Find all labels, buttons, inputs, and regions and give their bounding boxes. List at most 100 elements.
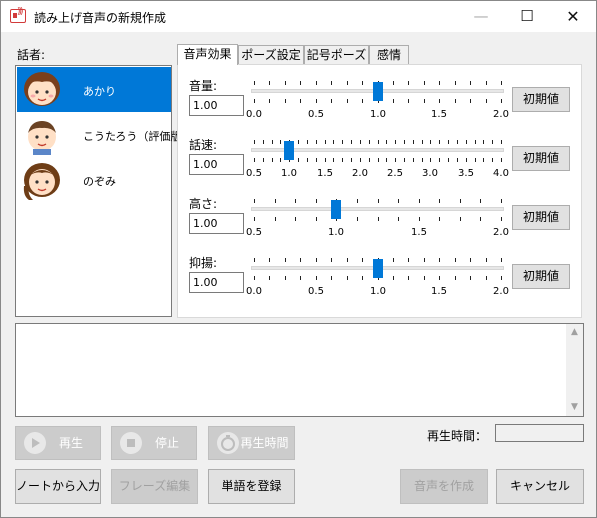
maximize-button[interactable]: ☐ <box>504 1 550 32</box>
slider-tick <box>480 199 481 203</box>
tab-voice-effect[interactable]: 音声効果 <box>177 44 238 65</box>
slider-tick <box>455 99 456 103</box>
playtime-label: 再生時間： <box>427 429 488 443</box>
param-label-intonation: 抑揚: <box>189 256 218 270</box>
slider-tick <box>263 140 264 144</box>
slider-tick <box>501 81 502 85</box>
reset-button-pitch[interactable]: 初期値 <box>512 205 570 230</box>
slider-tick <box>254 81 255 85</box>
slider-tick <box>501 99 502 103</box>
tick-label: 3.0 <box>422 168 438 179</box>
slider-tick <box>295 217 296 221</box>
slider-tick <box>395 158 396 162</box>
speaker-item-akari[interactable]: あかり <box>17 67 171 112</box>
slider-tick <box>369 140 370 144</box>
play-label: 再生 <box>58 436 83 450</box>
slider-tick <box>470 81 471 85</box>
value-field-pitch[interactable]: 1.00 <box>189 213 244 234</box>
value-field-speed[interactable]: 1.00 <box>189 154 244 175</box>
cancel-button[interactable]: キャンセル <box>496 469 584 504</box>
slider-thumb-speed[interactable] <box>284 141 294 160</box>
create-voice-button[interactable]: 音声を作成 <box>400 469 488 504</box>
slider-tick <box>272 158 273 162</box>
tab-pause-settings[interactable]: ポーズ設定 <box>238 45 304 65</box>
play-button[interactable]: 再生 <box>15 426 101 460</box>
slider-tick <box>275 217 276 221</box>
slider-tick <box>254 140 255 144</box>
scroll-down-icon[interactable]: ▼ <box>566 399 583 416</box>
vertical-scrollbar[interactable]: ▲ ▼ <box>566 324 583 416</box>
tick-label: 1.0 <box>281 168 297 179</box>
phrase-edit-button[interactable]: フレーズ編集 <box>111 469 198 504</box>
slider-tick <box>386 158 387 162</box>
input-from-note-button[interactable]: ノートから入力 <box>15 469 101 504</box>
slider-tick <box>439 81 440 85</box>
slider-tick <box>342 140 343 144</box>
slider-tick <box>470 258 471 262</box>
slider-tick <box>254 217 255 221</box>
slider-thumb-intonation[interactable] <box>373 259 383 278</box>
tick-label: 1.5 <box>411 227 427 238</box>
slider-tick <box>408 276 409 280</box>
close-button[interactable]: ✕ <box>550 1 596 32</box>
minimize-button[interactable]: — <box>458 1 504 32</box>
value-field-intonation[interactable]: 1.00 <box>189 272 244 293</box>
reset-button-volume[interactable]: 初期値 <box>512 87 570 112</box>
slider-tick <box>486 81 487 85</box>
slider-tick <box>285 81 286 85</box>
slider-thumb-pitch[interactable] <box>331 200 341 219</box>
slider-tick <box>333 158 334 162</box>
slider-tick <box>307 158 308 162</box>
tab-symbol-pause[interactable]: 記号ポーズ <box>304 45 369 65</box>
slider-tick <box>480 217 481 221</box>
tab-emotion[interactable]: 感情 <box>369 45 409 65</box>
slider-tick <box>362 99 363 103</box>
speaker-list[interactable]: あかり こうたろう（評価版） のぞみ <box>15 65 192 317</box>
slider-tick <box>501 276 502 280</box>
slider-tick <box>347 99 348 103</box>
slider-tick <box>424 276 425 280</box>
scroll-up-icon[interactable]: ▲ <box>566 324 583 341</box>
slider-tick <box>269 99 270 103</box>
slider-tick <box>386 140 387 144</box>
slider-tick <box>254 276 255 280</box>
slider-tick <box>422 158 423 162</box>
tick-label: 4.0 <box>493 168 509 179</box>
tick-label: 1.5 <box>431 109 447 120</box>
speaker-item-kotaro[interactable]: こうたろう（評価版） <box>17 112 192 157</box>
slider-tick <box>413 140 414 144</box>
slider-track-pitch[interactable] <box>251 207 504 211</box>
slider-tick <box>272 140 273 144</box>
slider-tick <box>448 140 449 144</box>
speaker-name: のぞみ <box>83 175 116 188</box>
slider-tick <box>404 158 405 162</box>
tick-label: 2.5 <box>387 168 403 179</box>
reset-button-intonation[interactable]: 初期値 <box>512 264 570 289</box>
slider-tick <box>398 199 399 203</box>
tick-label: 1.0 <box>370 109 386 120</box>
slider-tick <box>357 199 358 203</box>
register-word-button[interactable]: 単語を登録 <box>208 469 295 504</box>
reset-button-speed[interactable]: 初期値 <box>512 146 570 171</box>
slider-tick <box>254 199 255 203</box>
speaker-name: あかり <box>83 85 116 98</box>
text-input-area[interactable]: ▲ ▼ <box>15 323 584 417</box>
slider-tick <box>362 81 363 85</box>
tick-label: 2.0 <box>352 168 368 179</box>
tick-label: 0.5 <box>308 109 324 120</box>
stop-button[interactable]: 停止 <box>111 426 197 460</box>
slider-tick <box>455 258 456 262</box>
slider-tick <box>362 258 363 262</box>
value-field-volume[interactable]: 1.00 <box>189 95 244 116</box>
playback-time-button[interactable]: 再生時間 <box>208 426 295 460</box>
slider-tick <box>342 158 343 162</box>
speaker-item-nozomi[interactable]: のぞみ <box>17 157 171 202</box>
slider-tick <box>378 158 379 162</box>
slider-thumb-volume[interactable] <box>373 82 383 101</box>
slider-tick <box>333 140 334 144</box>
slider-tick <box>378 199 379 203</box>
slider-tick <box>298 158 299 162</box>
slider-tick <box>347 276 348 280</box>
playback-time-label: 再生時間 <box>240 436 289 450</box>
slider-tick <box>430 140 431 144</box>
